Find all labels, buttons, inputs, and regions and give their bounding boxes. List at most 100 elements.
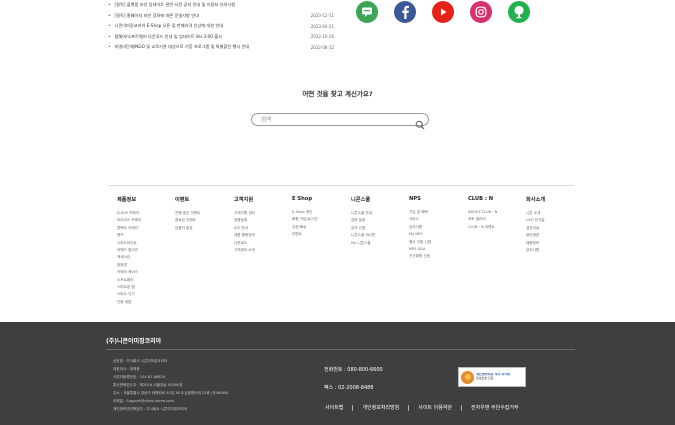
sitemap-link[interactable]: 렌즈 <box>117 232 141 239</box>
sitemap-column-nps: NPS 가입 및 혜택 서비스 공지사항 My NPS 행사 지원 신청 NPS… <box>409 196 431 261</box>
divider <box>108 185 574 186</box>
sitemap-link[interactable]: 종료된 이벤트 <box>175 217 200 224</box>
notice-item[interactable]: [필독] 홈페이지 보안 강화에 따른 운영사항 안내 2023-12-11 <box>108 11 334 22</box>
sitemap-link-footer[interactable]: 사이트맵 <box>325 404 343 411</box>
sitemap-link[interactable]: 서비스 <box>409 216 431 223</box>
footer-links: 사이트맵 개인정보처리방침 사이트 이용약관 전자우편 무단수집거부 <box>325 404 519 411</box>
sitemap-title[interactable]: E Shop <box>292 196 318 202</box>
sitemap-column-events: 이벤트 진행 중인 이벤트 종료된 이벤트 당첨자 발표 <box>175 196 200 232</box>
separator <box>408 404 410 411</box>
sitemap-title[interactable]: 니콘스쿨 <box>351 196 375 203</box>
footer-fax: 팩스 : 02-2008-8488 <box>324 385 374 391</box>
search-icon[interactable] <box>415 115 425 130</box>
notice-title[interactable]: 비영리단체/NGO 및 교육기관 대상으로 기증 프로그램 및 특별할인 행사 … <box>108 44 298 50</box>
sitemap-title[interactable]: NPS <box>409 196 431 202</box>
notice-date: 2022-10-26 <box>310 34 334 40</box>
sitemap-link[interactable]: 미러리스 카메라 <box>117 217 141 224</box>
sitemap-link[interactable]: NPS Q&A <box>409 246 431 253</box>
sitemap-link[interactable]: 가입 및 혜택 <box>409 209 431 216</box>
badge-subtitle: 정보보호 인증 <box>476 376 494 380</box>
search-input[interactable] <box>261 115 411 125</box>
footer-divider <box>106 349 575 350</box>
notice-date: 2023-12-11 <box>310 13 334 19</box>
sitemap-title[interactable]: 제품정보 <box>117 196 141 203</box>
youtube-icon[interactable] <box>432 1 454 23</box>
notice-item[interactable]: 비영리단체/NGO 및 교육기관 대상으로 기증 프로그램 및 특별할인 행사 … <box>108 42 334 53</box>
sitemap-link[interactable]: 공지사항 <box>409 224 431 231</box>
sitemap-link[interactable]: 이벤트 <box>292 231 318 238</box>
company-info-line: 개인정보관리책임자 : 주식회사 니콘이미징코리아 <box>113 407 188 411</box>
notice-item[interactable]: 니콘이미징코리아 E-Shop 오픈 및 판매가격 인상에 대한 안내 2023… <box>108 21 334 32</box>
sitemap-link[interactable]: 액세서리 <box>117 254 141 261</box>
sitemap-title[interactable]: 고객지원 <box>234 196 255 203</box>
sitemap-link[interactable]: 스피드라이트 <box>117 240 141 247</box>
sitemap-link[interactable]: 포토 갤러리 <box>468 216 497 223</box>
sitemap-link[interactable]: 강좌 일정 <box>351 217 375 224</box>
sitemap-link[interactable]: 고객지원 센터 <box>234 210 255 217</box>
sitemap-link[interactable]: 니콘스쿨 안내 <box>351 210 375 217</box>
company-info: 상호명 : 주식회사 니콘이미징코리아 대표이사 : 정재웅 사업자등록번호 :… <box>113 357 229 413</box>
notice-date: 2023-04-21 <box>310 23 334 29</box>
sitemap-link[interactable]: 진행 중인 이벤트 <box>175 210 200 217</box>
notice-title[interactable]: 니콘이미징코리아 E-Shop 오픈 및 판매가격 인상에 대한 안내 <box>108 23 298 29</box>
notice-title[interactable]: 펌웨어/소프트웨어 다운로드 안내 및 업데이트 Ver.3.00 출시 <box>108 34 298 40</box>
sitemap-link[interactable]: 니콘스쿨 게시판 <box>351 232 375 239</box>
sitemap-link[interactable]: 윤리경영 <box>526 232 545 239</box>
sitemap-link[interactable]: 망원경 <box>117 262 141 269</box>
sitemap-link[interactable]: 당첨자 발표 <box>175 225 200 232</box>
company-info-line: 이메일 : Support@nikon-korea.com <box>113 399 174 403</box>
sitemap-link[interactable]: 단종 제품 <box>117 299 141 306</box>
sitemap-link[interactable]: 행사 지원 신청 <box>409 239 431 246</box>
sitemap-link[interactable]: 카메라 케이스 <box>117 269 141 276</box>
facebook-icon[interactable] <box>394 1 416 23</box>
company-info-line: 통신판매업신고 : 제2016-서울강남-00000호 <box>113 383 183 387</box>
notice-title[interactable]: [필독] 홈페이지 보안 강화에 따른 운영사항 안내 <box>108 13 298 19</box>
notice-item[interactable]: [필독] 플랫폼 보안 업데이트 관련 사전 공지 안내 및 이용자 유의사항 <box>108 0 334 11</box>
sitemap-link[interactable]: 고객센터 소개 <box>234 247 255 254</box>
search-box <box>251 113 429 130</box>
sitemap-title[interactable]: 이벤트 <box>175 196 200 203</box>
sitemap-link[interactable]: My 니콘스쿨 <box>351 240 375 247</box>
sitemap-link[interactable]: 다운로드 <box>234 240 255 247</box>
sitemap-link[interactable]: E-Shop 메인 <box>292 209 318 216</box>
sitemap-title[interactable]: 회사소개 <box>526 196 545 203</box>
certification-badge[interactable]: 개인정보보호 우수 사이트 정보보호 인증 <box>458 367 526 387</box>
sitemap-link[interactable]: 커맨드 릴리즈 <box>117 247 141 254</box>
notice-title[interactable]: [필독] 플랫폼 보안 업데이트 관련 사전 공지 안내 및 이용자 유의사항 <box>108 2 298 8</box>
sitemap-link[interactable]: D-SLR 카메라 <box>117 210 141 217</box>
certification-seal-icon <box>461 370 474 384</box>
sitemap-link[interactable]: 정품등록 <box>234 217 255 224</box>
sitemap-link[interactable]: 콤팩트 카메라 <box>117 225 141 232</box>
talk-icon[interactable] <box>356 1 378 23</box>
email-refusal-link[interactable]: 전자우편 무단수집거부 <box>471 404 519 411</box>
terms-link[interactable]: 사이트 이용약관 <box>418 404 452 411</box>
sitemap-link[interactable]: 회원 가입/로그인 <box>292 216 318 223</box>
search-heading: 어떤 것을 찾고 계신가요? <box>302 90 373 98</box>
privacy-policy-link[interactable]: 개인정보처리방침 <box>362 404 399 411</box>
footer-brand: (주)니콘이미징코리아 <box>106 338 162 345</box>
sitemap-link[interactable]: 신규회원 신청 <box>409 253 431 260</box>
sitemap-link[interactable]: A/S 안내 <box>234 225 255 232</box>
sitemap-link[interactable]: 소프트웨어 <box>117 277 141 284</box>
naver-blog-icon[interactable] <box>508 1 530 23</box>
sitemap-link[interactable]: 스마트폰 앱 <box>117 284 141 291</box>
sitemap-link[interactable]: 공지사항 <box>526 247 545 254</box>
sitemap-link[interactable]: 니콘 소개 <box>526 210 545 217</box>
sitemap-link[interactable]: 스마트 기기 <box>117 291 141 298</box>
sitemap-link[interactable]: My NPS <box>409 231 431 238</box>
sitemap-link[interactable]: ABOUT CLUB : N <box>468 209 497 216</box>
footer-phone: 전화번호 : 080-800-6600 <box>324 367 383 373</box>
sitemap-title[interactable]: CLUB : N <box>468 196 497 202</box>
instagram-icon[interactable] <box>470 1 492 23</box>
sitemap-link[interactable]: 채용정보 <box>526 240 545 247</box>
sitemap-link[interactable]: 경영이념 <box>526 225 545 232</box>
separator <box>352 404 354 411</box>
notice-item[interactable]: 펌웨어/소프트웨어 다운로드 안내 및 업데이트 Ver.3.00 출시 202… <box>108 32 334 43</box>
sitemap-column-company: 회사소개 니콘 소개 CEO 인사말 경영이념 윤리경영 채용정보 공지사항 <box>526 196 545 254</box>
sitemap-link[interactable]: 제품 활용정보 <box>234 232 255 239</box>
sitemap-link[interactable]: CEO 인사말 <box>526 217 545 224</box>
sitemap-link[interactable]: CLUB : N 이벤트 <box>468 224 497 231</box>
social-links <box>356 1 530 23</box>
sitemap-link[interactable]: 주문/배송 <box>292 224 318 231</box>
sitemap-link[interactable]: 강의 신청 <box>351 225 375 232</box>
